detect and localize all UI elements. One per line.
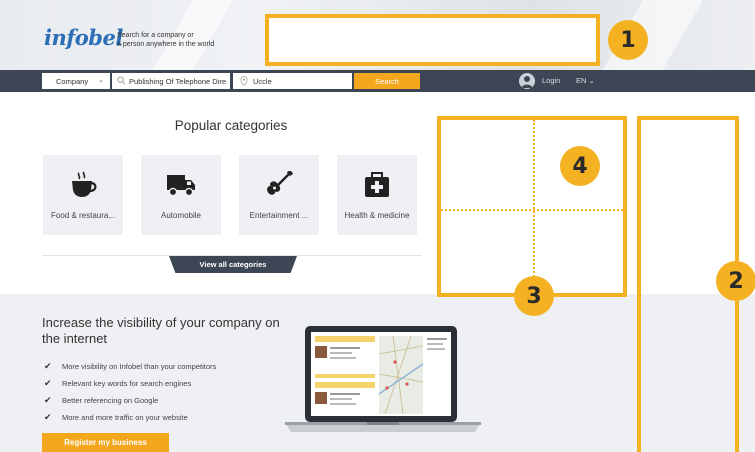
ad-grid-divider [441,209,623,211]
location-value: Uccle [253,76,272,86]
search-input[interactable]: Publishing Of Telephone Dire [112,73,230,89]
tagline-line-2: a person anywhere in the world [117,41,215,48]
tagline-line-1: Search for a company or [117,32,194,39]
benefit-text: More and more traffic on your website [62,412,188,422]
search-query-value: Publishing Of Telephone Dire [129,76,227,86]
guitar-icon [267,171,294,195]
annotation-badge-4: 4 [560,146,600,186]
ad-grid-divider [533,120,535,293]
search-type-select[interactable]: Company ⌄ [42,73,110,89]
category-label: Automobile [160,211,202,220]
user-icon [521,76,533,88]
list-item: ✔ More visibility on Infobel than your c… [44,360,216,372]
search-navbar: Company ⌄ Publishing Of Telephone Dire U… [0,70,755,92]
user-avatar-icon[interactable] [519,73,535,89]
chevron-down-icon: ⌄ [588,76,595,85]
category-automobile[interactable]: Automobile [141,155,221,235]
login-link[interactable]: Login [542,76,560,85]
location-input[interactable]: Uccle [233,73,352,89]
checkmark-icon: ✔ [44,411,52,422]
annotation-badge-1: 1 [608,20,648,60]
list-item: ✔ Relevant key words for search engines [44,377,191,389]
list-item: ✔ More and more traffic on your website [44,411,188,423]
view-all-categories-button[interactable]: View all categories [169,256,297,273]
benefit-text: Relevant key words for search engines [62,378,192,388]
benefit-text: Better referencing on Google [62,395,159,405]
infobel-logo[interactable]: infobel [44,25,123,50]
category-food-restaurants[interactable]: Food & restaura... [43,155,123,235]
register-business-button[interactable]: Register my business [42,433,169,452]
checkmark-icon: ✔ [44,394,52,405]
category-label: Entertainment ... [249,211,309,220]
annotation-badge-3: 3 [514,276,554,316]
coffee-cup-icon [72,171,97,197]
search-icon [117,76,126,85]
language-selector[interactable]: EN ⌄ [576,76,595,85]
search-type-value: Company [56,76,89,86]
category-label: Health & medicine [344,211,410,220]
checkmark-icon: ✔ [44,377,52,388]
category-label: Food & restaura... [50,211,116,220]
ad-slot-grid [437,116,627,297]
promo-title: Increase the visibility of your company … [42,315,280,346]
checkmark-icon: ✔ [44,360,52,371]
annotation-badge-2: 2 [716,261,755,301]
location-pin-icon [240,76,248,86]
tagline: Search for a company or a person anywher… [117,31,237,49]
benefit-text: More visibility on Infobel than your com… [62,361,217,371]
truck-icon [167,175,195,197]
divider [42,255,422,256]
ad-slot-top-banner [265,14,600,66]
language-value: EN [576,76,587,85]
category-entertainment[interactable]: Entertainment ... [239,155,319,235]
category-health-medicine[interactable]: Health & medicine [337,155,417,235]
search-button[interactable]: Search [354,73,420,89]
laptop-illustration [285,326,481,432]
medical-kit-icon [365,172,389,197]
popular-categories-title: Popular categories [174,118,288,133]
chevron-down-icon: ⌄ [98,77,104,84]
list-item: ✔ Better referencing on Google [44,394,158,406]
